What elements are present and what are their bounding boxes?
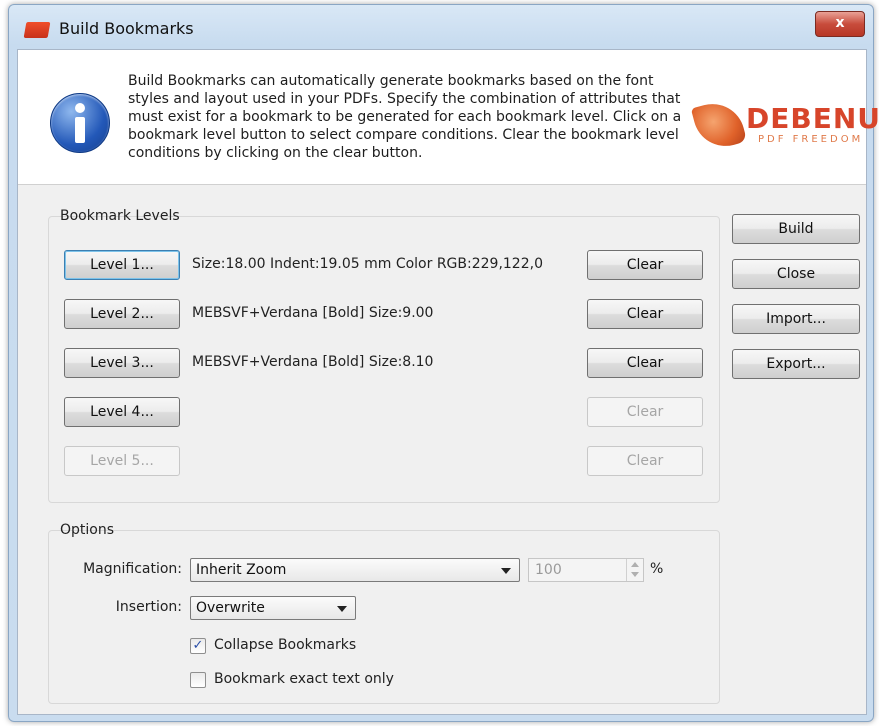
info-description: Build Bookmarks can automatically genera… <box>128 73 682 161</box>
level-2-button[interactable]: Level 2... <box>64 299 180 329</box>
percent-label: % <box>650 561 664 577</box>
export-button[interactable]: Export... <box>732 349 860 379</box>
level-4-clear-button[interactable]: Clear <box>587 397 703 427</box>
insertion-select[interactable]: Overwrite <box>190 596 356 620</box>
level-5-clear-button[interactable]: Clear <box>587 446 703 476</box>
level-2-description: MEBSVF+Verdana [Bold] Size:9.00 <box>192 305 434 321</box>
level-3-description: MEBSVF+Verdana [Bold] Size:8.10 <box>192 354 434 370</box>
logo-subtitle: PDF FREEDOM <box>758 134 864 145</box>
close-window-button[interactable]: x <box>815 11 865 37</box>
level-1-description: Size:18.00 Indent:19.05 mm Color RGB:229… <box>192 256 543 272</box>
insertion-label: Insertion: <box>115 599 182 615</box>
app-icon <box>23 22 51 38</box>
level-1-clear-button[interactable]: Clear <box>587 250 703 280</box>
debenu-logo: DEBENU PDF FREEDOM <box>690 96 879 158</box>
magnification-label: Magnification: <box>83 561 182 577</box>
magnification-value: Inherit Zoom <box>196 562 287 578</box>
magnification-select[interactable]: Inherit Zoom <box>190 558 520 582</box>
import-button[interactable]: Import... <box>732 304 860 334</box>
bookmark-levels-label: Bookmark Levels <box>60 208 180 224</box>
options-label: Options <box>60 522 115 538</box>
level-2-clear-button[interactable]: Clear <box>587 299 703 329</box>
window-title: Build Bookmarks <box>59 19 194 38</box>
level-3-clear-button[interactable]: Clear <box>587 348 703 378</box>
spin-down-icon <box>631 572 639 577</box>
build-bookmarks-dialog: Build Bookmarks x Build Bookmarks can au… <box>8 4 879 722</box>
level-5-button[interactable]: Level 5... <box>64 446 180 476</box>
logo-mark-icon <box>690 96 748 154</box>
spin-up-icon <box>631 562 639 567</box>
info-panel: Build Bookmarks can automatically genera… <box>18 50 879 185</box>
build-button[interactable]: Build <box>732 214 860 244</box>
zoom-spinbox[interactable]: 100 <box>528 558 644 582</box>
dialog-body: Build Bookmarks can automatically genera… <box>17 49 879 715</box>
close-button[interactable]: Close <box>732 259 860 289</box>
collapse-bookmarks-checkbox[interactable]: ✓ <box>190 638 206 654</box>
chevron-down-icon <box>337 606 347 612</box>
level-3-button[interactable]: Level 3... <box>64 348 180 378</box>
insertion-value: Overwrite <box>196 600 265 616</box>
zoom-value: 100 <box>535 562 562 578</box>
level-4-button[interactable]: Level 4... <box>64 397 180 427</box>
logo-title: DEBENU <box>746 102 879 135</box>
info-icon <box>50 93 110 153</box>
exact-text-checkbox[interactable] <box>190 672 206 688</box>
chevron-down-icon <box>501 568 511 574</box>
level-1-button[interactable]: Level 1... <box>64 250 180 280</box>
spin-buttons[interactable] <box>626 559 643 581</box>
title-bar[interactable]: Build Bookmarks x <box>9 5 873 49</box>
collapse-bookmarks-label[interactable]: Collapse Bookmarks <box>214 637 356 653</box>
exact-text-label[interactable]: Bookmark exact text only <box>214 671 394 687</box>
